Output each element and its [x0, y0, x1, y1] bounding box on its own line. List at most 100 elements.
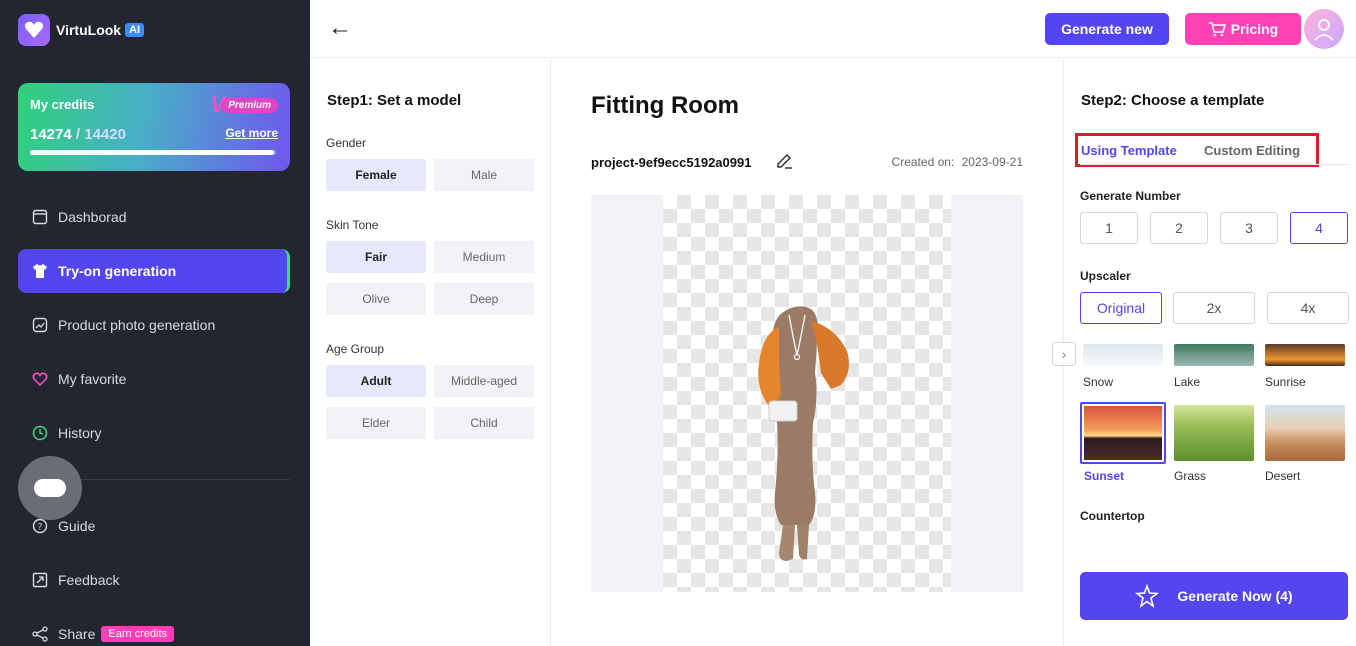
upscaler-2x[interactable]: 2x: [1173, 292, 1255, 324]
template-label-grass: Grass: [1174, 469, 1207, 483]
garment-canvas[interactable]: [591, 195, 1023, 592]
skin-option-medium[interactable]: Medium: [434, 241, 534, 273]
sidebar: VirtuLook AI My credits V Premium 14274 …: [0, 0, 310, 646]
step2-panel: Step2: Choose a template Using Template …: [1052, 59, 1356, 646]
dashboard-icon: [32, 209, 48, 225]
app-ai-badge: AI: [125, 23, 145, 37]
template-label-sunrise: Sunrise: [1265, 375, 1306, 389]
credits-total: 14420: [84, 126, 126, 143]
template-thumb-grass[interactable]: [1174, 405, 1254, 461]
credits-progress: [30, 150, 276, 155]
sidebar-item-share[interactable]: Share Earn credits: [18, 612, 290, 646]
sidebar-item-feedback[interactable]: Feedback: [18, 558, 290, 602]
generate-number-4[interactable]: 4: [1290, 212, 1348, 244]
template-label-desert: Desert: [1265, 469, 1301, 483]
tab-using-template[interactable]: Using Template: [1081, 143, 1177, 158]
created-value: 2023-09-21: [961, 155, 1023, 169]
sidebar-item-label: Feedback: [58, 572, 120, 588]
age-option-adult[interactable]: Adult: [326, 365, 426, 397]
template-label-snow: Snow: [1083, 375, 1114, 389]
template-thumb-sunset[interactable]: [1080, 402, 1166, 464]
chat-icon: [34, 479, 66, 497]
page-title: Fitting Room: [591, 92, 739, 119]
sidebar-item-history[interactable]: History: [18, 411, 290, 455]
skin-option-fair[interactable]: Fair: [326, 241, 426, 273]
earn-credits-badge[interactable]: Earn credits: [101, 626, 175, 642]
credits-values: 14274 / 14420: [30, 126, 126, 143]
user-icon: [1314, 19, 1334, 41]
premium-label: Premium: [221, 97, 278, 113]
generate-now-button[interactable]: Generate Now (4): [1080, 572, 1348, 620]
gender-option-female[interactable]: Female: [326, 159, 426, 191]
history-icon: [32, 425, 48, 441]
age-group-label: Age Group: [326, 342, 385, 356]
created-label: Created on:: [891, 155, 955, 169]
step1-panel: Step1: Set a model Gender Female Male Sk…: [310, 59, 551, 646]
edit-pencil-icon[interactable]: [775, 152, 793, 175]
template-thumb-sunrise[interactable]: [1265, 344, 1345, 366]
generate-number-2[interactable]: 2: [1150, 212, 1208, 244]
project-name: project-9ef9ecc5192a0991: [591, 155, 752, 170]
sidebar-item-label: History: [58, 425, 102, 441]
template-thumb-snow[interactable]: [1083, 344, 1163, 366]
back-arrow-icon[interactable]: ←: [328, 16, 352, 40]
sidebar-item-favorite[interactable]: My favorite: [18, 357, 290, 401]
sidebar-item-label: Dashborad: [58, 209, 127, 225]
template-label-sunset: Sunset: [1084, 469, 1125, 483]
feedback-icon: [32, 572, 48, 588]
chevron-right-icon[interactable]: ›: [1052, 342, 1076, 366]
upscaler-4x[interactable]: 4x: [1267, 292, 1349, 324]
template-label-lake: Lake: [1174, 375, 1201, 389]
gender-label: Gender: [326, 136, 367, 150]
sidebar-item-label: Try-on generation: [58, 263, 177, 279]
created-date: Created on: 2023-09-21: [892, 155, 1023, 169]
sidebar-item-label: My favorite: [58, 371, 127, 387]
age-option-child[interactable]: Child: [434, 407, 534, 439]
generate-number-1[interactable]: 1: [1080, 212, 1138, 244]
credits-used: 14274: [30, 126, 72, 143]
template-thumb-lake[interactable]: [1174, 344, 1254, 366]
fitting-room-panel: Fitting Room project-9ef9ecc5192a0991 Cr…: [551, 59, 1063, 646]
upscaler-label: Upscaler: [1080, 269, 1131, 283]
top-bar: ← Generate new Pricing: [310, 0, 1356, 58]
generate-number-3[interactable]: 3: [1220, 212, 1278, 244]
shirt-icon: [32, 263, 48, 279]
sidebar-item-try-on[interactable]: Try-on generation: [18, 249, 290, 293]
sidebar-item-product-photo[interactable]: Product photo generation: [18, 303, 290, 347]
gender-option-male[interactable]: Male: [434, 159, 534, 191]
user-avatar[interactable]: [1304, 9, 1344, 49]
skin-tone-label: Skin Tone: [326, 218, 379, 232]
upscaler-original[interactable]: Original: [1080, 292, 1162, 324]
template-thumb-desert[interactable]: [1265, 405, 1345, 461]
sparkle-star-icon: [1135, 584, 1160, 608]
credits-separator: /: [71, 126, 85, 143]
skin-option-olive[interactable]: Olive: [326, 283, 426, 315]
age-option-elder[interactable]: Elder: [326, 407, 426, 439]
generate-new-button[interactable]: Generate new: [1045, 13, 1169, 45]
step1-title: Step1: Set a model: [327, 92, 462, 109]
app-logo[interactable]: VirtuLook AI: [18, 14, 145, 46]
cart-icon: [1208, 21, 1226, 37]
get-more-link[interactable]: Get more: [225, 126, 278, 140]
tab-custom-editing[interactable]: Custom Editing: [1204, 143, 1300, 158]
step2-title: Step2: Choose a template: [1081, 92, 1265, 109]
chat-support-button[interactable]: [18, 456, 82, 520]
heart-icon: [32, 371, 48, 387]
age-option-middle-aged[interactable]: Middle-aged: [434, 365, 534, 397]
pricing-button[interactable]: Pricing: [1185, 13, 1301, 45]
premium-badge: V Premium: [211, 94, 278, 116]
sidebar-item-label: Guide: [58, 518, 96, 534]
logo-heart-icon: [18, 14, 50, 46]
sidebar-item-label: Share: [58, 626, 96, 642]
generate-now-label: Generate Now (4): [1177, 588, 1293, 604]
share-icon: [32, 626, 48, 642]
generate-number-label: Generate Number: [1080, 189, 1181, 203]
sidebar-item-dashboard[interactable]: Dashborad: [18, 195, 290, 239]
help-icon: ?: [32, 518, 48, 534]
sunset-image: [1084, 406, 1162, 460]
credits-progress-fill: [30, 150, 274, 155]
image-icon: [32, 317, 48, 333]
countertop-section-label: Countertop: [1080, 509, 1145, 523]
skin-option-deep[interactable]: Deep: [434, 283, 534, 315]
tabs-underline: [1080, 164, 1348, 165]
